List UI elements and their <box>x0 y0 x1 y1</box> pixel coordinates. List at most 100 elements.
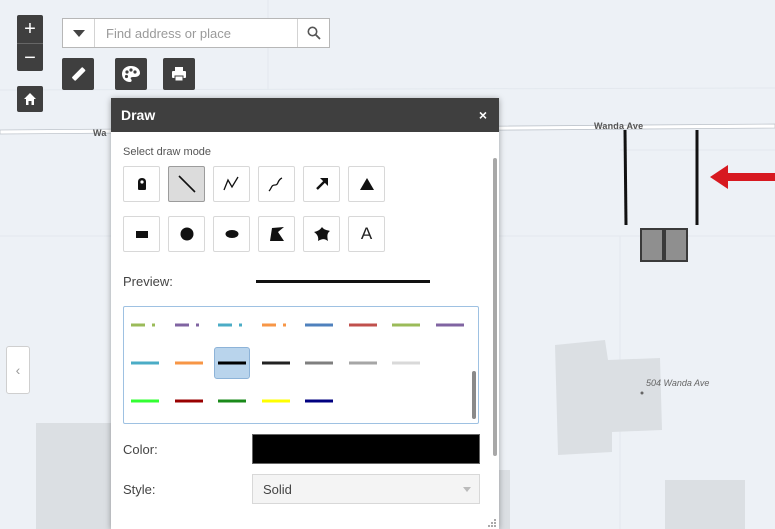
annotation-arrow <box>710 165 775 189</box>
line-swatch-sample <box>261 323 290 327</box>
line-swatch[interactable] <box>258 385 294 417</box>
draw-mode-polygon-button[interactable] <box>258 216 295 252</box>
draw-panel-title: Draw <box>121 107 156 123</box>
caret-down-icon <box>72 29 85 37</box>
search-input[interactable] <box>95 19 297 47</box>
preview-line <box>256 279 430 283</box>
freehand-line-icon <box>268 177 282 192</box>
line-swatch[interactable] <box>432 309 468 341</box>
preview-label: Preview: <box>123 273 173 289</box>
search-widget <box>62 18 330 48</box>
line-swatch[interactable] <box>171 347 207 379</box>
polyline-icon <box>222 176 239 191</box>
line-swatch-sample <box>174 323 203 327</box>
line-swatch-sample <box>131 323 159 327</box>
draw-tool-button[interactable] <box>115 58 147 90</box>
print-tool-button[interactable] <box>163 58 195 90</box>
draw-mode-grid: A <box>123 166 499 252</box>
address-point-marker[interactable] <box>640 391 644 395</box>
drawn-rectangle[interactable] <box>664 228 688 262</box>
line-swatch[interactable] <box>345 347 381 379</box>
line-swatch[interactable] <box>127 347 163 379</box>
line-swatch-sample <box>218 323 246 327</box>
ellipse-icon <box>225 230 238 238</box>
draw-mode-circle-button[interactable] <box>168 216 205 252</box>
line-swatch-sample <box>305 399 333 403</box>
draw-mode-rectangle-button[interactable] <box>123 216 160 252</box>
draw-mode-label: Select draw mode <box>123 146 212 158</box>
style-select[interactable]: Solid <box>252 474 480 504</box>
drawn-line[interactable] <box>623 129 628 226</box>
line-symbol-gallery <box>123 306 479 424</box>
line-swatch[interactable] <box>127 385 163 417</box>
close-icon[interactable]: × <box>479 107 487 123</box>
color-picker[interactable] <box>252 434 480 464</box>
side-panel-toggle[interactable]: ‹ <box>6 346 30 394</box>
line-swatch[interactable] <box>345 309 381 341</box>
line-swatch-sample <box>348 361 377 365</box>
line-swatch[interactable] <box>171 385 207 417</box>
home-icon <box>24 93 36 105</box>
line-swatch-sample <box>261 361 290 365</box>
line-swatch[interactable] <box>388 347 424 379</box>
line-swatch[interactable] <box>214 385 250 417</box>
draw-mode-freehand-polygon-button[interactable] <box>303 216 340 252</box>
draw-mode-polyline-button[interactable] <box>213 166 250 202</box>
panel-scrollbar[interactable] <box>493 158 497 456</box>
street-label: Wa <box>93 128 107 138</box>
line-swatch[interactable] <box>214 347 250 379</box>
printer-icon <box>172 67 186 82</box>
zoom-control: + − <box>17 15 43 71</box>
circle-icon <box>180 227 193 241</box>
ruler-icon <box>72 67 86 81</box>
home-button[interactable] <box>17 86 43 112</box>
rectangle-icon <box>135 231 148 238</box>
line-swatch[interactable] <box>388 309 424 341</box>
draw-mode-triangle-button[interactable] <box>348 166 385 202</box>
street-label: Wanda Ave <box>594 121 644 131</box>
search-button[interactable] <box>297 19 329 47</box>
line-swatch[interactable] <box>127 309 163 341</box>
draw-mode-freehand-polyline-button[interactable] <box>258 166 295 202</box>
preview-row: Preview: <box>123 271 499 291</box>
line-swatch-sample <box>131 399 159 403</box>
minus-icon: − <box>24 47 36 69</box>
color-label: Color: <box>123 441 158 457</box>
line-swatch[interactable] <box>301 309 337 341</box>
line-swatch-sample <box>261 399 290 403</box>
zoom-out-button[interactable]: − <box>17 43 43 71</box>
triangle-icon <box>359 178 374 190</box>
gallery-scrollbar[interactable] <box>472 371 476 419</box>
line-swatch[interactable] <box>258 309 294 341</box>
line-swatch-sample <box>305 361 333 365</box>
building-shape <box>555 340 662 455</box>
line-swatch-sample <box>392 361 420 365</box>
drawn-rectangle[interactable] <box>640 228 664 262</box>
polygon-icon <box>269 227 284 241</box>
caret-down-icon <box>463 486 471 492</box>
line-swatch-sample <box>218 361 246 365</box>
line-swatch-sample <box>305 323 333 327</box>
search-source-dropdown[interactable] <box>63 19 95 47</box>
draw-mode-arrow-button[interactable] <box>303 166 340 202</box>
draw-panel-header[interactable]: Draw × <box>111 98 499 132</box>
search-icon <box>307 26 321 40</box>
line-swatch[interactable] <box>301 385 337 417</box>
line-swatch[interactable] <box>171 309 207 341</box>
color-row: Color: <box>123 434 499 464</box>
draw-mode-text-button[interactable]: A <box>348 216 385 252</box>
measure-tool-button[interactable] <box>62 58 94 90</box>
line-swatch-sample <box>174 361 203 365</box>
zoom-in-button[interactable]: + <box>17 15 43 43</box>
line-swatch-sample <box>348 323 377 327</box>
paint-palette-icon <box>122 66 140 82</box>
line-swatch[interactable] <box>301 347 337 379</box>
draw-mode-ellipse-button[interactable] <box>213 216 250 252</box>
resize-grip-icon[interactable] <box>488 519 496 527</box>
line-swatch-sample <box>392 323 420 327</box>
line-swatch[interactable] <box>258 347 294 379</box>
line-swatch[interactable] <box>214 309 250 341</box>
style-value: Solid <box>263 481 292 497</box>
draw-mode-point-button[interactable] <box>123 166 160 202</box>
draw-mode-line-button[interactable] <box>168 166 205 202</box>
